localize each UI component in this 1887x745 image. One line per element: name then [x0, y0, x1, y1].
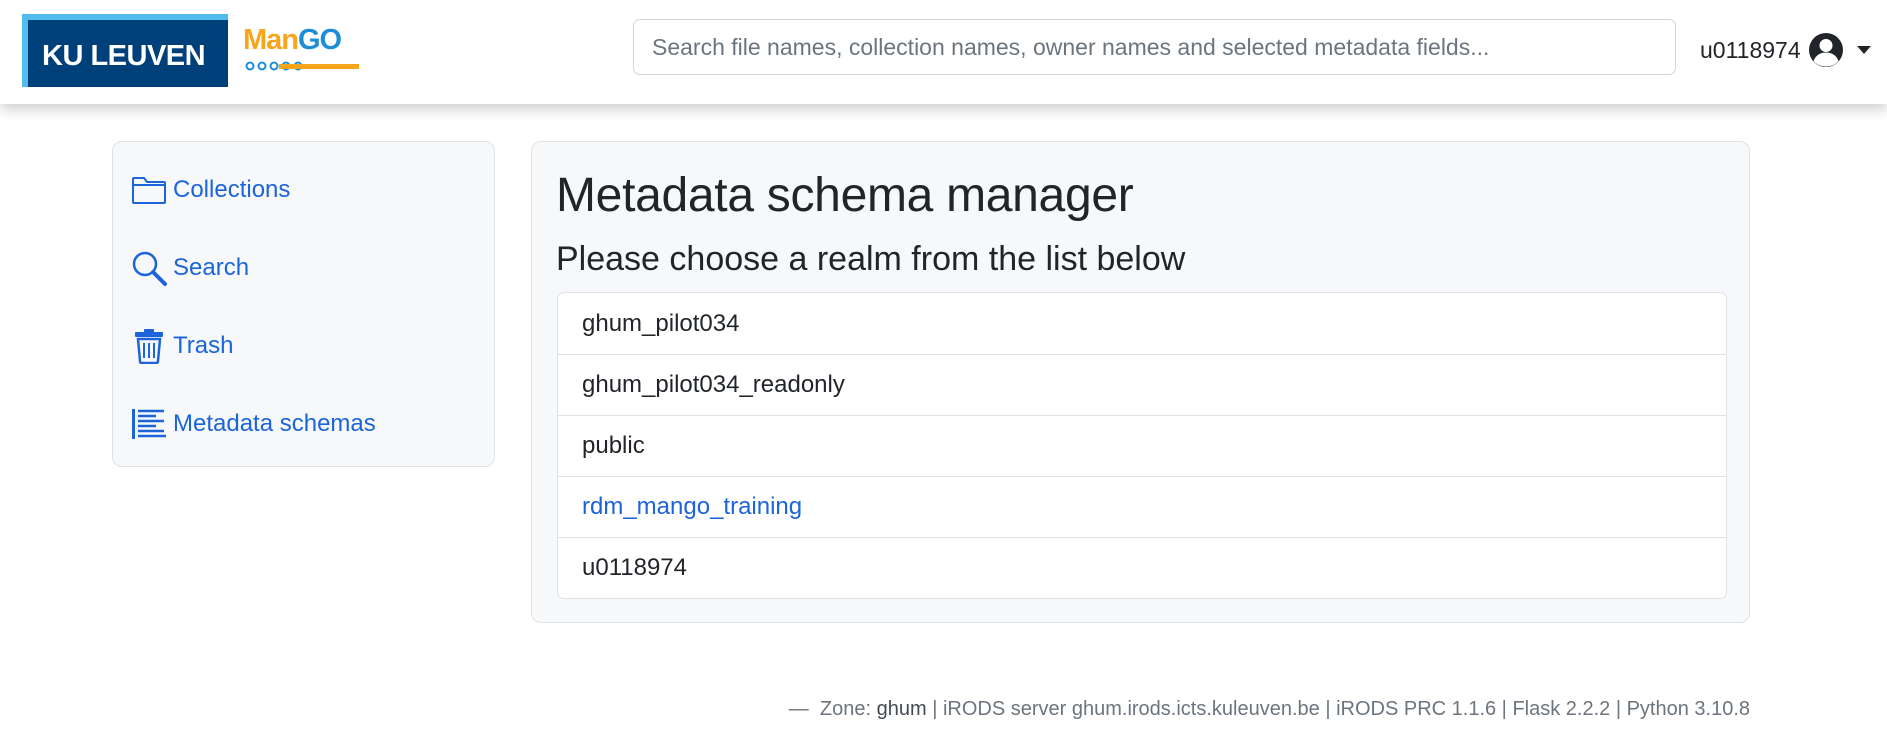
- realm-item[interactable]: ghum_pilot034_readonly: [558, 354, 1726, 415]
- realm-item[interactable]: ghum_pilot034: [558, 293, 1726, 354]
- sidebar-item-label: Collections: [173, 176, 291, 203]
- realm-item[interactable]: u0118974: [558, 537, 1726, 598]
- user-menu[interactable]: u0118974: [1700, 28, 1871, 72]
- mango-logo-bar: [279, 64, 359, 69]
- user-name: u0118974: [1700, 36, 1801, 63]
- global-search-input[interactable]: [634, 20, 1675, 74]
- sidebar-item-collections[interactable]: Collections: [131, 172, 290, 208]
- footer-zone-value: ghum: [876, 698, 927, 720]
- ku-leuven-logo[interactable]: KU LEUVEN: [22, 14, 228, 87]
- trash-icon: [135, 329, 163, 364]
- sidebar-item-label: Trash: [173, 332, 234, 359]
- footer: — Zone: ghum | iRODS server ghum.irods.i…: [789, 698, 1750, 721]
- footer-dash: —: [788, 698, 809, 720]
- top-navbar: KU LEUVEN ManGO u0118974: [0, 0, 1887, 104]
- realm-list: ghum_pilot034 ghum_pilot034_readonly pub…: [557, 292, 1727, 599]
- search-icon: [132, 251, 167, 286]
- sidebar-item-label: Metadata schemas: [173, 410, 376, 437]
- footer-server-info: | iRODS server ghum.irods.icts.kuleuven.…: [932, 698, 1750, 720]
- sidebar-item-search[interactable]: Search: [131, 250, 249, 286]
- page-title: Metadata schema manager: [556, 169, 1134, 222]
- chevron-down-icon[interactable]: [1856, 46, 1871, 54]
- sidebar-item-trash[interactable]: Trash: [131, 328, 233, 364]
- folder-icon: [132, 177, 166, 204]
- list-icon: [132, 409, 166, 439]
- page-subtitle: Please choose a realm from the list belo…: [556, 240, 1186, 278]
- mango-logo[interactable]: ManGO: [243, 24, 361, 74]
- realm-item[interactable]: rdm_mango_training: [558, 476, 1726, 537]
- mango-logo-text: ManGO: [243, 24, 342, 56]
- user-avatar-icon: [1808, 33, 1843, 67]
- sidebar: Collections Search Trash Metadata schema…: [112, 141, 495, 467]
- global-search[interactable]: [633, 19, 1676, 75]
- footer-zone-label: Zone:: [819, 698, 872, 720]
- ku-leuven-logo-text: KU LEUVEN: [42, 40, 206, 72]
- sidebar-item-label: Search: [173, 254, 250, 281]
- main-panel: Metadata schema manager Please choose a …: [531, 141, 1750, 623]
- sidebar-item-metadata-schemas[interactable]: Metadata schemas: [131, 406, 376, 442]
- realm-item[interactable]: public: [558, 415, 1726, 476]
